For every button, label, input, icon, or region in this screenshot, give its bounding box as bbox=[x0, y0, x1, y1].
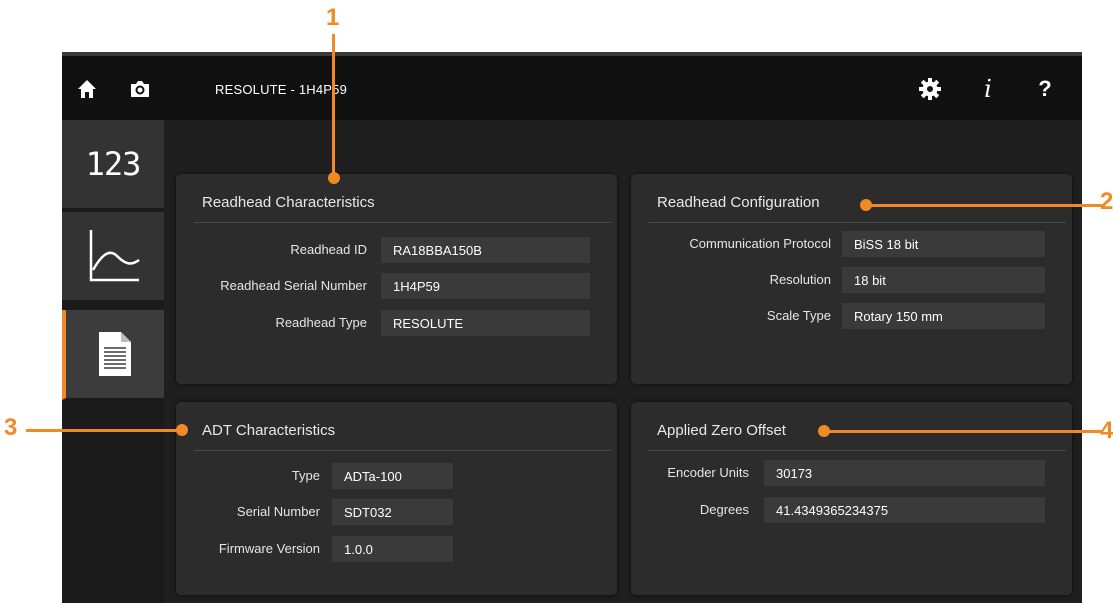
callout-dot-2 bbox=[860, 199, 872, 211]
callout-line-3 bbox=[26, 429, 184, 432]
sidebar: 123 bbox=[62, 120, 164, 603]
encoder-units-label: Encoder Units bbox=[667, 465, 749, 480]
panel-title: Readhead Characteristics bbox=[202, 194, 375, 211]
app-window: RESOLUTE - 1H4P59 i ? 123 Readhead Chara… bbox=[62, 52, 1082, 603]
communication-protocol-field: BiSS 18 bit bbox=[842, 231, 1045, 257]
readhead-type-label: Readhead Type bbox=[275, 315, 367, 330]
divider bbox=[649, 450, 1066, 451]
resolution-label: Resolution bbox=[769, 272, 831, 287]
divider bbox=[194, 450, 611, 451]
readhead-serial-row: Readhead Serial Number 1H4P59 bbox=[176, 273, 617, 299]
callout-number-2: 2 bbox=[1100, 188, 1113, 215]
communication-protocol-label: Communication Protocol bbox=[689, 236, 831, 251]
top-bar: RESOLUTE - 1H4P59 i ? bbox=[62, 52, 1082, 120]
readhead-type-row: Readhead Type RESOLUTE bbox=[176, 310, 617, 336]
degrees-field: 41.4349365234375 bbox=[764, 497, 1045, 523]
readhead-characteristics-panel: Readhead Characteristics Readhead ID RA1… bbox=[176, 174, 617, 384]
divider bbox=[649, 222, 1066, 223]
info-icon[interactable]: i bbox=[975, 75, 1001, 103]
firmware-version-field: 1.0.0 bbox=[332, 536, 453, 562]
resolution-field: 18 bit bbox=[842, 267, 1045, 293]
adt-type-label: Type bbox=[291, 468, 320, 483]
callout-number-3: 3 bbox=[4, 414, 18, 441]
resolution-row: Resolution 18 bit bbox=[631, 267, 1072, 293]
communication-protocol-row: Communication Protocol BiSS 18 bit bbox=[631, 231, 1072, 257]
scale-type-label: Scale Type bbox=[766, 308, 831, 323]
readhead-type-field: RESOLUTE bbox=[381, 310, 590, 336]
scale-type-row: Scale Type Rotary 150 mm bbox=[631, 303, 1072, 329]
readhead-id-field: RA18BBA150B bbox=[381, 237, 590, 263]
divider bbox=[194, 222, 611, 223]
graph-icon bbox=[89, 230, 140, 282]
panel-title: Readhead Configuration bbox=[657, 194, 820, 211]
adt-serial-field: SDT032 bbox=[332, 499, 453, 525]
callout-number-1: 1 bbox=[326, 4, 340, 31]
panel-title: ADT Characteristics bbox=[202, 422, 336, 439]
callout-dot-3 bbox=[176, 424, 188, 436]
sidebar-item-graph[interactable] bbox=[62, 212, 164, 302]
gear-icon[interactable] bbox=[917, 76, 943, 102]
readhead-serial-label: Readhead Serial Number bbox=[220, 278, 367, 293]
window-title: RESOLUTE - 1H4P59 bbox=[215, 82, 348, 97]
panel-title: Applied Zero Offset bbox=[657, 422, 786, 439]
callout-dot-1 bbox=[328, 172, 340, 184]
adt-type-field: ADTa-100 bbox=[332, 463, 453, 489]
firmware-version-row: Firmware Version 1.0.0 bbox=[176, 536, 617, 562]
home-icon[interactable] bbox=[74, 76, 100, 102]
help-icon[interactable]: ? bbox=[1032, 76, 1058, 102]
readhead-id-label: Readhead ID bbox=[290, 242, 367, 257]
firmware-version-label: Firmware Version bbox=[218, 541, 320, 556]
adt-type-row: Type ADTa-100 bbox=[176, 463, 617, 489]
camera-icon[interactable] bbox=[127, 76, 153, 102]
adt-characteristics-panel: ADT Characteristics Type ADTa-100 Serial… bbox=[176, 402, 617, 595]
callout-line-4 bbox=[826, 430, 1102, 433]
degrees-row: Degrees 41.4349365234375 bbox=[631, 497, 1072, 523]
adt-serial-row: Serial Number SDT032 bbox=[176, 499, 617, 525]
adt-serial-label: Serial Number bbox=[236, 504, 320, 519]
sidebar-item-document[interactable] bbox=[62, 310, 164, 400]
encoder-units-row: Encoder Units 30173 bbox=[631, 460, 1072, 486]
scale-type-field: Rotary 150 mm bbox=[842, 303, 1045, 329]
encoder-units-field: 30173 bbox=[764, 460, 1045, 486]
callout-line-1 bbox=[332, 34, 335, 177]
callout-dot-4 bbox=[818, 425, 830, 437]
callout-line-2 bbox=[866, 204, 1102, 207]
numeric-readout-icon: 123 bbox=[85, 145, 142, 183]
sidebar-item-numeric-readout[interactable]: 123 bbox=[62, 120, 164, 210]
document-icon bbox=[99, 332, 131, 376]
readhead-id-row: Readhead ID RA18BBA150B bbox=[176, 237, 617, 263]
readhead-serial-field: 1H4P59 bbox=[381, 273, 590, 299]
degrees-label: Degrees bbox=[699, 502, 749, 517]
